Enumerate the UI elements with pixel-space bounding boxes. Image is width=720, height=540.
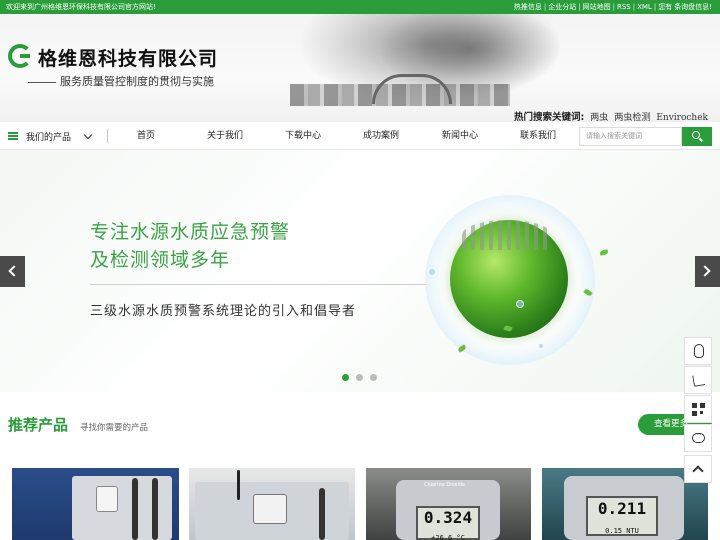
product-image-pipe — [132, 478, 138, 540]
search-button[interactable] — [682, 127, 712, 146]
section-title: 推荐产品 — [8, 416, 69, 434]
back-to-top-icon — [692, 465, 704, 477]
nav-item-news[interactable]: 新闻中心 — [442, 122, 478, 150]
banner-next-button[interactable] — [695, 256, 720, 287]
water-bubble-icon — [538, 343, 544, 349]
top-links: 热推信息 | 企业分站 | 网站地图 | RSS | XML | 您有 条询盘信息! — [514, 0, 712, 14]
hero-banner: 专注水源水质应急预警 及检测领域多年 三级水源水质预警系统理论的引入和倡导者 — [0, 150, 720, 392]
leaf-icon — [599, 249, 609, 256]
nav-item-cases[interactable]: 成功案例 — [363, 122, 399, 150]
banner-prev-button[interactable] — [0, 256, 25, 287]
product-brand-label: Chlorine Dioxide — [424, 482, 466, 488]
nav-divider — [107, 129, 108, 143]
chevron-down-icon — [83, 130, 93, 139]
section-subtitle: 寻找你需要的产品 — [80, 423, 149, 433]
chevron-right-icon — [699, 265, 711, 277]
back-to-top-button[interactable] — [684, 455, 712, 483]
float-qq-button[interactable] — [684, 337, 712, 365]
product-image-controller — [253, 494, 287, 524]
float-chat-button[interactable] — [684, 424, 712, 452]
product-image-pipe — [152, 478, 158, 540]
banner-headline-line2: 及检测领域多年 — [90, 249, 231, 271]
main-nav: 我们的产品 首页 关于我们 下载中心 成功案例 新闻中心 联系我们 请输入搜索关… — [0, 122, 720, 150]
product-card[interactable] — [189, 468, 355, 540]
company-name[interactable]: 格维恩科技有限公司 — [38, 44, 218, 71]
float-phone-button[interactable] — [684, 366, 712, 394]
product-card[interactable]: Chlorine Dioxide 0.324 +26.6 °C — [366, 468, 531, 540]
search-input[interactable]: 请输入搜索关键词 — [579, 127, 682, 146]
top-link-xml[interactable]: XML — [637, 0, 652, 14]
nav-item-home[interactable]: 首页 — [137, 122, 155, 150]
search-icon — [692, 131, 700, 139]
top-bar: 欢迎来到广州格维恩环保科技有限公司官方网站! 热推信息 | 企业分站 | 网站地图 |… — [0, 0, 720, 14]
site-header: 格维恩科技有限公司 服务质量管控制度的贯彻与实施 热门搜索关键词: 两虫 两虫检… — [0, 14, 720, 122]
menu-icon — [8, 132, 18, 140]
product-image-pipe — [319, 488, 325, 540]
logo-icon[interactable] — [8, 44, 32, 68]
banner-rule — [90, 284, 430, 285]
water-bubble-icon — [428, 268, 436, 276]
top-link-sitemap[interactable]: 网站地图 — [583, 0, 611, 14]
float-qrcode-button[interactable] — [684, 395, 712, 423]
lcd-sub-reading: +26.6 °C — [431, 534, 465, 540]
top-link-inquiry-prefix: 您有 — [658, 3, 673, 11]
nav-item-downloads[interactable]: 下载中心 — [285, 122, 321, 150]
hot-keywords-title: 热门搜索关键词: — [513, 112, 585, 122]
lcd-main-reading: 0.211 — [597, 499, 647, 518]
lcd-main-reading: 0.324 — [423, 508, 473, 527]
banner-subline: 三级水源水质预警系统理论的引入和倡导者 — [90, 304, 357, 319]
top-link-hot-info[interactable]: 热推信息 — [514, 0, 542, 14]
nav-item-about[interactable]: 关于我们 — [207, 122, 243, 150]
banner-headline: 专注水源水质应急预警 及检测领域多年 — [90, 218, 290, 274]
chevron-left-icon — [8, 265, 20, 277]
hot-keyword[interactable]: 两虫 — [590, 110, 608, 122]
qq-icon — [694, 344, 704, 358]
banner-dot[interactable] — [342, 374, 349, 381]
banner-dot[interactable] — [356, 374, 363, 381]
chat-icon — [692, 430, 705, 443]
welcome-text: 欢迎来到广州格维恩环保科技有限公司官方网站! — [6, 3, 156, 11]
qrcode-icon — [692, 403, 705, 416]
top-link-rss[interactable]: RSS — [617, 0, 631, 14]
banner-headline-line1: 专注水源水质应急预警 — [90, 221, 291, 243]
hot-keyword[interactable]: 两虫检测 — [614, 110, 650, 122]
slogan: 服务质量管控制度的贯彻与实施 — [28, 73, 214, 89]
water-bubble-icon — [516, 300, 524, 308]
product-category-label: 我们的产品 — [26, 132, 72, 143]
lcd-sub-reading: 0.15 NTU — [605, 527, 639, 535]
phone-icon — [692, 373, 706, 387]
product-category-dropdown[interactable]: 我们的产品 — [8, 122, 93, 150]
top-link-branches[interactable]: 企业分站 — [548, 0, 576, 14]
green-globe-image — [450, 220, 568, 338]
product-card[interactable] — [12, 468, 179, 540]
product-image-device — [96, 486, 118, 512]
product-lcd-display: 0.324 +26.6 °C — [416, 506, 480, 540]
product-lcd-display: 0.211 0.15 NTU — [586, 496, 658, 536]
banner-dot[interactable] — [370, 374, 377, 381]
product-image-antenna — [237, 470, 240, 500]
hot-keywords: 热门搜索关键词: 两虫 两虫检测 Envirochek — [514, 109, 708, 122]
hot-keyword[interactable]: Envirochek — [656, 113, 708, 122]
banner-pagination — [342, 374, 377, 381]
nav-item-contact[interactable]: 联系我们 — [520, 122, 556, 150]
top-link-inquiry[interactable]: 条询盘信息! — [674, 0, 712, 14]
